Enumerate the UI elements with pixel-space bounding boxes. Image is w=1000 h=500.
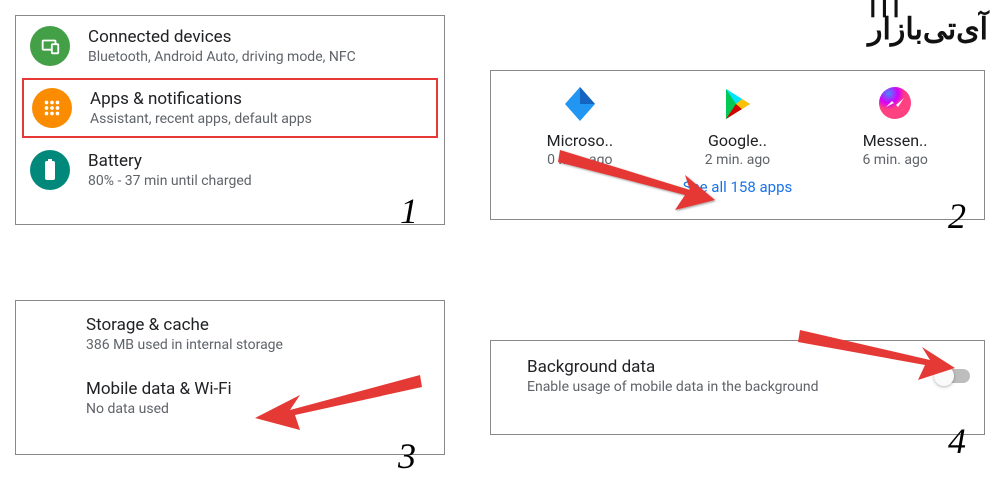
app-time: 6 min. ago	[835, 152, 955, 168]
google-play-icon	[716, 83, 758, 125]
app-info-panel: Storage & cache 386 MB used in internal …	[15, 300, 445, 455]
mobile-data-wifi-item[interactable]: Mobile data & Wi-Fi No data used	[16, 353, 444, 417]
settings-item-subtitle: Assistant, recent apps, default apps	[90, 111, 312, 127]
step-number-2: 2	[948, 195, 966, 237]
settings-item-title: Connected devices	[88, 27, 356, 47]
storage-cache-item[interactable]: Storage & cache 386 MB used in internal …	[16, 301, 444, 353]
toggle-knob-icon	[934, 366, 954, 386]
bg-data-subtitle: Enable usage of mobile data in the backg…	[527, 379, 818, 395]
see-all-apps-link[interactable]: See all 158 apps	[491, 172, 984, 196]
storage-title: Storage & cache	[86, 315, 430, 335]
settings-item-connected-devices[interactable]: Connected devices Bluetooth, Android Aut…	[16, 16, 444, 76]
settings-panel: Connected devices Bluetooth, Android Aut…	[15, 15, 445, 225]
app-name: Google..	[677, 131, 797, 150]
app-time: 2 min. ago	[677, 152, 797, 168]
settings-item-apps-notifications[interactable]: Apps & notifications Assistant, recent a…	[22, 78, 438, 138]
data-wifi-subtitle: No data used	[86, 401, 430, 417]
app-time: 0 min. ago	[520, 152, 640, 168]
data-wifi-title: Mobile data & Wi-Fi	[86, 379, 430, 399]
app-item-google-play[interactable]: Google.. 2 min. ago	[677, 83, 797, 168]
microsoft-launcher-icon	[559, 83, 601, 125]
storage-subtitle: 386 MB used in internal storage	[86, 337, 430, 353]
background-data-toggle[interactable]	[934, 369, 970, 383]
brand-logo: ┃┃┃ آی‌تی‌بازار	[868, 6, 988, 47]
settings-item-title: Apps & notifications	[90, 89, 312, 109]
settings-item-subtitle: Bluetooth, Android Auto, driving mode, N…	[88, 49, 356, 65]
step-number-1: 1	[400, 190, 418, 232]
apps-icon	[32, 88, 72, 128]
battery-icon	[30, 150, 70, 190]
app-item-microsoft[interactable]: Microso.. 0 min. ago	[520, 83, 640, 168]
app-name: Messen..	[835, 131, 955, 150]
app-item-messenger[interactable]: Messen.. 6 min. ago	[835, 83, 955, 168]
step-number-3: 3	[398, 435, 416, 477]
background-data-panel: Background data Enable usage of mobile d…	[490, 340, 985, 435]
background-data-item[interactable]: Background data Enable usage of mobile d…	[527, 357, 818, 395]
settings-item-subtitle: 80% - 37 min until charged	[88, 173, 252, 189]
recent-apps-panel: Microso.. 0 min. ago Google.. 2 min. ago…	[490, 70, 985, 220]
devices-icon	[30, 26, 70, 66]
settings-item-battery[interactable]: Battery 80% - 37 min until charged	[16, 140, 444, 200]
step-number-4: 4	[948, 420, 966, 462]
app-name: Microso..	[520, 131, 640, 150]
messenger-icon	[874, 83, 916, 125]
bg-data-title: Background data	[527, 357, 818, 377]
settings-item-title: Battery	[88, 151, 252, 171]
